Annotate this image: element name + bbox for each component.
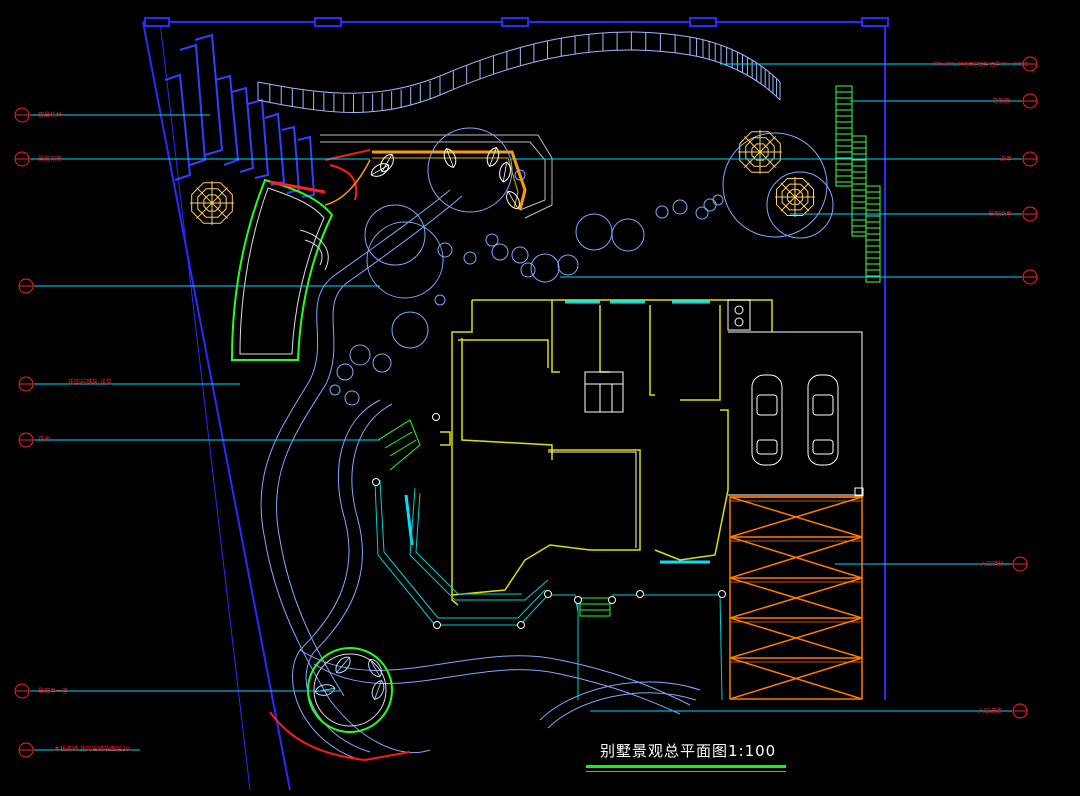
pavilion-left bbox=[190, 181, 234, 225]
leaf-vein bbox=[502, 162, 508, 182]
pavilion-right bbox=[775, 177, 815, 217]
tree-circle bbox=[329, 384, 341, 396]
callout-marker bbox=[18, 432, 34, 448]
driveway-paving bbox=[729, 496, 863, 700]
right-label-2: 花架廊 bbox=[992, 97, 1010, 105]
tree-circle bbox=[485, 233, 499, 247]
orange-arc bbox=[324, 159, 371, 206]
leaf-vein bbox=[371, 164, 389, 176]
callout-marker bbox=[1022, 206, 1038, 222]
terrace-node bbox=[517, 621, 525, 629]
callout-marker bbox=[18, 376, 34, 392]
tree-circle bbox=[364, 204, 426, 266]
hedge-ticks bbox=[836, 91, 880, 277]
right-label-6: 入口铺装 bbox=[980, 560, 1004, 568]
tree-circle bbox=[703, 198, 717, 212]
label-texts: 观景栏杆 景观花架 花岗岩铺装 详见 花池 景观亭一座 木栈道铺 花岗岩铺装面层… bbox=[38, 61, 1027, 753]
tree-circles bbox=[329, 127, 834, 406]
leaf-top bbox=[486, 147, 500, 167]
tree-circle bbox=[434, 294, 446, 306]
site-plan-drawing: 观景栏杆 景观花架 花岗岩铺装 详见 花池 景观亭一座 木栈道铺 花岗岩铺装面层… bbox=[14, 17, 1038, 791]
leader-lines bbox=[30, 63, 1022, 751]
house-inner bbox=[548, 371, 637, 548]
terrace-node bbox=[432, 413, 440, 421]
tree-circle bbox=[463, 251, 477, 265]
terrace-node bbox=[608, 596, 616, 604]
left-label-7: 木栈道铺 花岗岩铺装面层20 bbox=[54, 745, 130, 753]
tree-circle bbox=[722, 132, 828, 238]
tree-circle bbox=[655, 205, 669, 219]
pavilion-top-right bbox=[738, 130, 782, 174]
terrace-nodes bbox=[372, 413, 726, 629]
tree-circle bbox=[712, 194, 724, 206]
left-label-4: 花岗岩铺装 详见 bbox=[68, 378, 112, 386]
tree-circle bbox=[611, 218, 645, 252]
right-label-7: 入口道路 bbox=[978, 707, 1002, 715]
terrace-node bbox=[574, 596, 582, 604]
tree-circle bbox=[344, 390, 360, 406]
right-label-3: 凉亭 bbox=[1000, 155, 1012, 163]
callout-marker bbox=[18, 278, 34, 294]
step-ticks bbox=[257, 31, 781, 113]
callout-marker bbox=[1022, 93, 1038, 109]
leaf-bottom bbox=[371, 680, 385, 700]
callout-marker bbox=[14, 683, 30, 699]
tree-circle bbox=[336, 363, 354, 381]
curved-step-band bbox=[257, 31, 781, 113]
left-label-2: 景观花架 bbox=[38, 155, 62, 163]
terrace-node bbox=[718, 590, 726, 598]
leaf-vein bbox=[336, 657, 350, 673]
callout-marker bbox=[14, 151, 30, 167]
tree-circle bbox=[575, 213, 613, 251]
site-boundary bbox=[142, 17, 889, 791]
tree-circle bbox=[511, 246, 529, 264]
leaf-vein bbox=[381, 154, 393, 172]
callout-marker bbox=[1022, 151, 1038, 167]
pergola bbox=[320, 134, 553, 219]
drawing-title: 别墅景观总平面图1:100 bbox=[600, 742, 777, 760]
tree-circle bbox=[391, 311, 429, 349]
leaf-bottom bbox=[368, 658, 382, 678]
tree-circle bbox=[491, 243, 509, 261]
terrace-node bbox=[433, 621, 441, 629]
leaf-top bbox=[370, 163, 390, 177]
cars bbox=[751, 374, 839, 466]
stepped-terraces bbox=[164, 33, 316, 198]
title-underline-thin bbox=[586, 771, 786, 772]
terrace-node bbox=[372, 478, 380, 486]
tree-circle bbox=[695, 206, 709, 220]
left-label-6: 景观亭一座 bbox=[38, 687, 68, 695]
tree-circle bbox=[557, 254, 579, 276]
right-label-1: 300x300x30花岗岩铺装 面层30 入口100 bbox=[932, 61, 1027, 68]
callout-marker bbox=[18, 742, 34, 758]
leaf-top bbox=[443, 148, 457, 168]
terrace-node bbox=[636, 590, 644, 598]
tree-circle bbox=[349, 344, 371, 366]
terrace-node bbox=[544, 590, 552, 598]
terrace-outline bbox=[374, 479, 723, 701]
tree-circle bbox=[372, 353, 392, 373]
tree-circle bbox=[437, 242, 453, 258]
garage bbox=[727, 299, 864, 497]
callout-marker bbox=[1022, 269, 1038, 285]
left-label-1: 观景栏杆 bbox=[38, 111, 62, 119]
leaf-bottom bbox=[314, 684, 336, 696]
tree-circle bbox=[672, 199, 688, 215]
title-underline-thick bbox=[586, 765, 786, 768]
tree-circle bbox=[427, 127, 513, 213]
right-label-4: 景观凉亭 bbox=[988, 210, 1012, 218]
callout-marker bbox=[1012, 703, 1028, 719]
red-railing-bottom bbox=[269, 711, 411, 761]
garden-paths bbox=[260, 189, 701, 761]
left-label-5: 花池 bbox=[38, 435, 50, 443]
callout-markers bbox=[14, 56, 1038, 758]
callout-marker bbox=[1012, 556, 1028, 572]
callout-marker bbox=[14, 107, 30, 123]
